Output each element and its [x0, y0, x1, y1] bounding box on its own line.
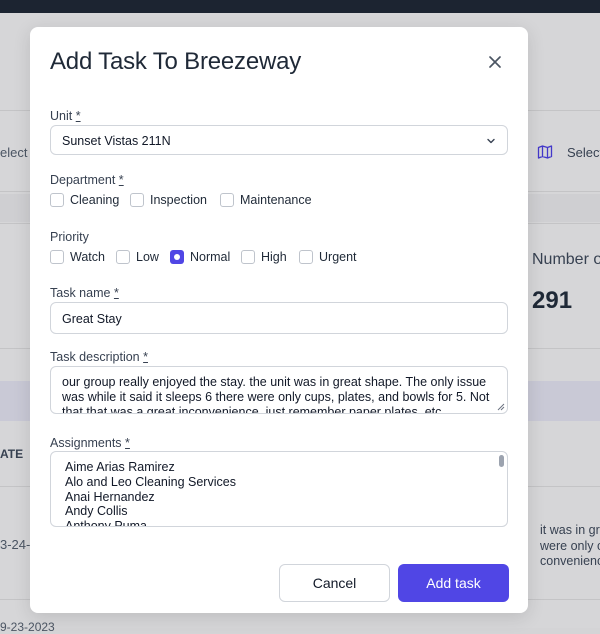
checkbox[interactable]: [50, 193, 64, 207]
priority-option-high[interactable]: High: [241, 249, 287, 265]
radio[interactable]: [241, 250, 255, 264]
radio-selected[interactable]: [170, 250, 184, 264]
department-option-inspection[interactable]: Inspection: [130, 192, 207, 208]
priority-option-normal[interactable]: Normal: [170, 249, 230, 265]
assignment-option[interactable]: Anthony Puma: [65, 519, 147, 526]
app-topbar: [0, 0, 600, 13]
close-icon: [489, 56, 501, 68]
radio[interactable]: [116, 250, 130, 264]
bg-row-date-bottom: 9-23-2023: [0, 620, 55, 634]
resize-handle-icon[interactable]: [497, 403, 505, 411]
add-task-button[interactable]: Add task: [398, 564, 509, 602]
priority-option-watch[interactable]: Watch: [50, 249, 105, 265]
priority-option-urgent[interactable]: Urgent: [299, 249, 357, 265]
task-name-value: Great Stay: [62, 312, 122, 326]
scrollbar-thumb[interactable]: [499, 455, 504, 467]
task-description-value: our group really enjoyed the stay. the u…: [62, 375, 490, 414]
task-description-label: Task description *: [50, 350, 148, 364]
add-task-modal: Add Task To Breezeway Unit * Sunset Vist…: [30, 27, 528, 613]
assignment-option[interactable]: Andy Collis: [65, 504, 128, 518]
bg-snippet-line: were only cup: [540, 539, 600, 553]
bg-column-header: ATE: [0, 447, 24, 461]
checkbox[interactable]: [220, 193, 234, 207]
task-name-input[interactable]: Great Stay: [50, 302, 508, 334]
unit-select[interactable]: Sunset Vistas 211N: [50, 125, 508, 155]
bg-snippet-line: convenience,: [540, 554, 600, 568]
modal-title: Add Task To Breezeway: [50, 48, 302, 75]
bg-number-value: 291: [532, 287, 573, 314]
department-option-maintenance[interactable]: Maintenance: [220, 192, 312, 208]
close-button[interactable]: [485, 52, 505, 72]
department-label: Department *: [50, 173, 124, 187]
bg-snippet-line: it was in grea: [540, 523, 600, 537]
radio[interactable]: [50, 250, 64, 264]
priority-label: Priority: [50, 230, 89, 244]
task-description-textarea[interactable]: our group really enjoyed the stay. the u…: [50, 366, 508, 414]
checkbox[interactable]: [130, 193, 144, 207]
radio[interactable]: [299, 250, 313, 264]
priority-option-low[interactable]: Low: [116, 249, 159, 265]
assignment-option[interactable]: Anai Hernandez: [65, 490, 155, 504]
assignments-label: Assignments *: [50, 436, 130, 450]
chevron-down-icon: [487, 138, 495, 144]
assignments-listbox[interactable]: Aime Arias Ramirez Alo and Leo Cleaning …: [50, 451, 508, 527]
bg-number-header: Number o: [532, 251, 600, 268]
bg-row-date: 3-24-: [0, 537, 31, 552]
unit-label: Unit *: [50, 109, 81, 123]
task-name-label: Task name *: [50, 286, 119, 300]
cancel-button[interactable]: Cancel: [279, 564, 390, 602]
unit-select-value: Sunset Vistas 211N: [62, 134, 171, 148]
assignment-option[interactable]: Aime Arias Ramirez: [65, 460, 175, 474]
department-option-cleaning[interactable]: Cleaning: [50, 192, 119, 208]
assignment-option[interactable]: Alo and Leo Cleaning Services: [65, 475, 236, 489]
map-icon: [537, 144, 553, 160]
bg-select-text: Select: [567, 145, 600, 160]
